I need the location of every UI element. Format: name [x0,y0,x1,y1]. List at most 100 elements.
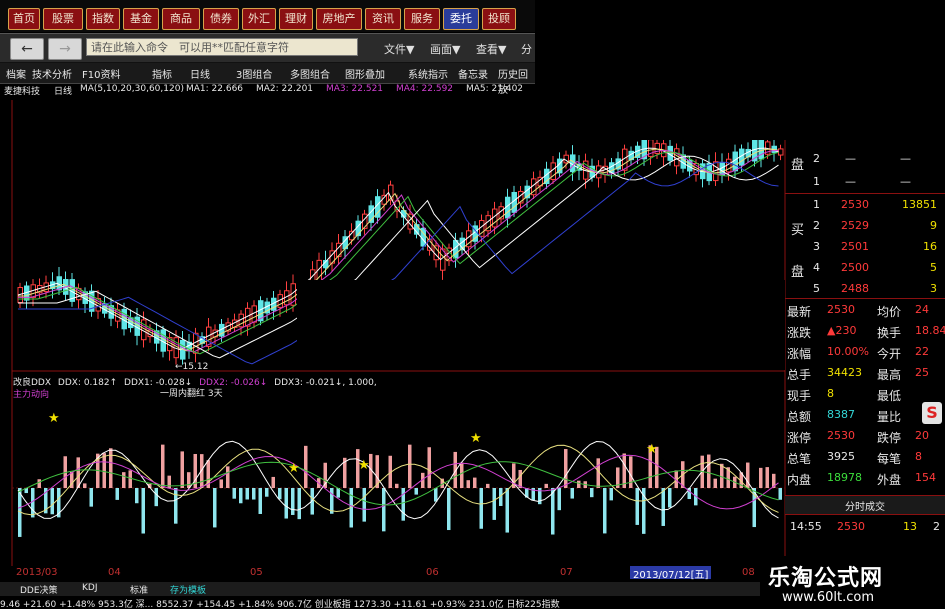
ddx-bar [635,488,639,525]
tab-2[interactable]: F10资料 [82,66,120,81]
quote-row: 总手 34423 最高 25 [785,366,945,387]
quote-value: 34423 [827,366,862,379]
ddx-bar [564,449,568,488]
bottom-tab-0[interactable]: DDE决策 [20,583,58,596]
quote-value: 25 [915,366,929,379]
date-label: 05 [250,567,263,578]
tab-3[interactable]: 指标 [152,66,172,81]
tab-8[interactable]: 系统指示 [408,66,448,81]
quote-key: 外盘 [877,473,902,487]
ddx-bar [252,488,256,500]
menu-8[interactable]: 房地产 [316,8,362,30]
quote-row: 总笔 3925 每笔 8 [785,450,945,471]
date-label: 07 [560,567,573,578]
ddx-bar [479,488,483,529]
command-input[interactable]: 请在此输入命令 可以用**匹配任意字符 [86,38,358,56]
quote-row: 最新 2530 均价 24 [785,303,945,324]
quote-row: 涨跌 ▲230 换手 18.84 [785,324,945,345]
volume: — [900,152,911,165]
kline-chart[interactable]: ★ ★ ★ ★ ★ [0,96,790,566]
ddx-bar [447,488,451,531]
ddx-bar [466,480,470,488]
ddx3-value: DDX3: -0.021↓, 1.000, [274,378,377,388]
tick-price: 2530 [837,520,865,533]
tab-7[interactable]: 图形叠加 [345,66,385,81]
menu-2[interactable]: 指数 [86,8,120,30]
quote-key: 跌停 [877,431,902,445]
ddx-bar [37,479,41,488]
quote-key: 涨幅 [787,347,812,361]
bottom-tab-2[interactable]: 标准 [130,583,148,596]
view-menu[interactable]: 查看▼ [476,41,506,57]
quote-value: 24 [915,303,929,316]
bottom-tab-1[interactable]: KDJ [82,583,98,593]
level: 3 [813,240,820,253]
ddx-indicator: ★ ★ ★ ★ ★ [17,411,782,537]
menu-1[interactable]: 股票 [43,8,83,30]
signal-star-icon: ★ [358,458,370,473]
bottom-ticker: 9.46 +21.60 +1.48% 953.3亿 深... 8552.37 +… [0,600,560,609]
ddx-bar [154,488,158,507]
tab-5[interactable]: 3图组合 [236,66,272,81]
level: 2 [813,219,820,232]
quote-panel: 盘 2 — — 1 — — 买 盘 1 2530 13851 2 2529 9 3 2501 1… [785,140,945,545]
ddx-bar [245,488,249,500]
order-book-row: 1 — — [785,175,945,195]
ddx-bar [473,477,477,488]
quote-value: 22 [915,345,929,358]
file-menu[interactable]: 文件▼ [384,41,414,57]
menu-7[interactable]: 理财 [279,8,313,30]
ddx-bar [187,472,191,488]
menu-5[interactable]: 债券 [203,8,239,30]
tab-9[interactable]: 备忘录 [458,66,488,81]
ddx-bar [278,488,282,500]
order-book-row: 5 2488 3 [785,282,945,302]
ma3-value: MA3: 22.521 [326,84,384,94]
tick-header: 分时成交 [785,495,945,515]
ddx-bar [271,476,275,488]
price: 2530 [841,198,869,211]
ddx-bar [486,483,490,488]
ddx-bar [661,488,665,526]
ddx-bar [668,488,672,508]
menu-4[interactable]: 商品 [162,8,200,30]
menu-10[interactable]: 服务 [404,8,440,30]
tick-time: 14:55 [790,520,822,533]
back-button[interactable]: ← [10,38,44,60]
tab-1[interactable]: 技术分析 [32,66,72,81]
ddx-bar [434,488,438,502]
menu-12[interactable]: 投顾 [482,8,516,30]
ddx-bar [408,444,412,488]
ddx-bar [622,453,626,488]
ddx-bar [50,488,54,515]
quote-key: 涨停 [787,431,812,445]
quote-key: 最高 [877,368,902,382]
menu-6[interactable]: 外汇 [242,8,276,30]
tab-4[interactable]: 日线 [190,66,210,81]
ddx-bar [291,488,295,515]
s-icon[interactable]: S [922,402,942,424]
ddx-bar [174,488,178,524]
ddx-bar [395,483,399,488]
bottom-tab-3[interactable]: 存为模板 [170,583,206,596]
menu-0[interactable]: 首页 [8,8,40,30]
ddx-bar [128,470,132,488]
ddx-bar [284,488,288,519]
tab-0[interactable]: 档案 [6,66,26,81]
level: 4 [813,261,820,274]
menu-9[interactable]: 资讯 [365,8,401,30]
ddx-value: DDX: 0.182↑ [57,378,118,388]
ddx-bar [427,447,431,488]
quote-value: 18.84 [915,324,945,337]
order-book-row: 2 — — [785,152,945,172]
tick-volume: 13 [903,520,917,533]
tab-6[interactable]: 多图组合 [290,66,330,81]
menu-3[interactable]: 基金 [123,8,159,30]
menu-11[interactable]: 委托 [443,8,479,30]
quote-value: 20 [915,429,929,442]
split-menu[interactable]: 分 [521,41,532,57]
forward-button[interactable]: → [48,38,82,60]
screen-menu[interactable]: 画面▼ [430,41,460,57]
price: 2488 [841,282,869,295]
ddx-bar [590,488,594,498]
